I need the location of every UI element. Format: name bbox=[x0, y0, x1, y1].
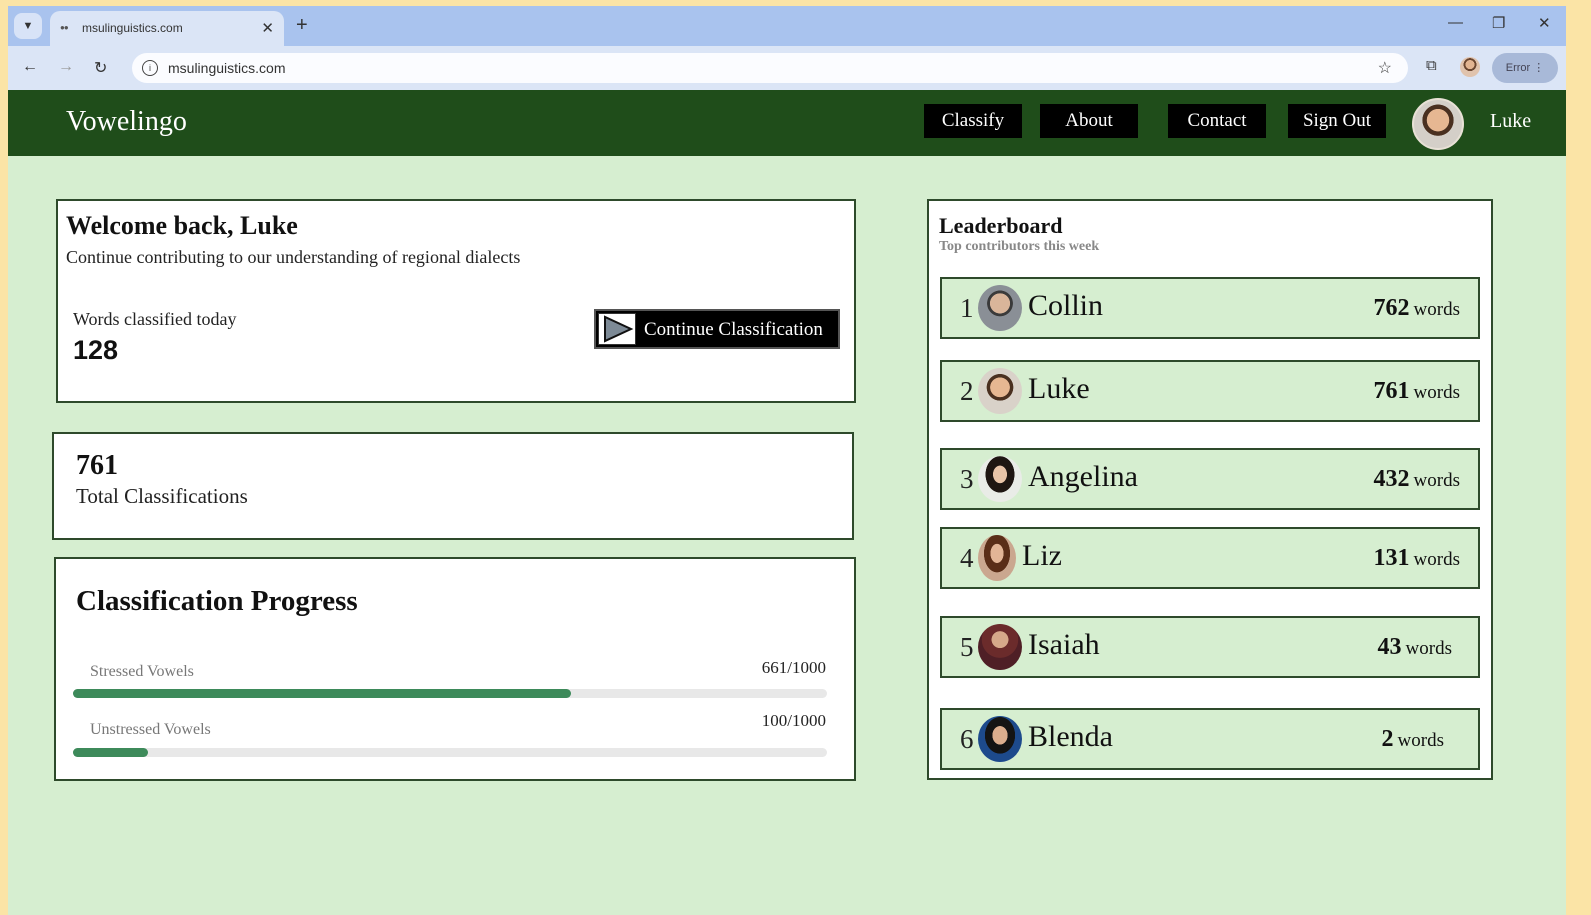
leaderboard-score: 131 words bbox=[1373, 545, 1460, 571]
classification-progress-card: Classification Progress Stressed Vowels … bbox=[54, 557, 856, 781]
profile-chip-label: Error bbox=[1505, 62, 1531, 74]
progress-count: 661/1000 bbox=[761, 658, 826, 677]
leaderboard-rank: 5 bbox=[960, 632, 974, 662]
address-bar[interactable]: i msulinguistics.com ☆ bbox=[132, 53, 1408, 83]
bookmark-star-icon[interactable]: ☆ bbox=[1378, 58, 1392, 78]
leaderboard-rank: 3 bbox=[960, 464, 974, 494]
browser-window: ▼ ●● msulinguistics.com ✕ + — ❐ ✕ ← → ↻ … bbox=[8, 6, 1566, 915]
avatar bbox=[978, 285, 1022, 331]
avatar bbox=[978, 624, 1022, 670]
leaderboard-title: Leaderboard bbox=[939, 213, 1063, 238]
tab-title: msulinguistics.com bbox=[82, 21, 183, 35]
leaderboard-score: 2 words bbox=[1381, 726, 1444, 752]
leaderboard-score: 432 words bbox=[1373, 466, 1460, 492]
leaderboard-name: Angelina bbox=[1028, 460, 1138, 493]
restore-icon[interactable]: ❐ bbox=[1492, 14, 1505, 32]
favicon-icon: ●● bbox=[60, 23, 69, 32]
today-value: 128 bbox=[73, 335, 119, 365]
back-icon[interactable]: ← bbox=[22, 58, 38, 76]
url-text: msulinguistics.com bbox=[168, 60, 286, 76]
user-name[interactable]: Luke bbox=[1490, 110, 1531, 133]
leaderboard-rank: 1 bbox=[960, 293, 974, 323]
minimize-icon[interactable]: — bbox=[1448, 14, 1463, 31]
close-window-icon[interactable]: ✕ bbox=[1538, 14, 1551, 32]
leaderboard-rank: 2 bbox=[960, 376, 974, 406]
profile-error-chip[interactable]: Error ⋮ bbox=[1492, 53, 1558, 83]
leaderboard-row[interactable]: 3 Angelina 432 words bbox=[940, 448, 1480, 510]
progress-title: Classification Progress bbox=[76, 585, 358, 617]
welcome-subtitle: Continue contributing to our understandi… bbox=[66, 247, 521, 267]
play-icon bbox=[598, 313, 636, 345]
browser-tab[interactable]: ●● msulinguistics.com ✕ bbox=[50, 11, 284, 46]
avatar bbox=[978, 368, 1022, 414]
leaderboard-score: 761 words bbox=[1373, 378, 1460, 404]
user-avatar[interactable] bbox=[1412, 98, 1464, 150]
brand-logo[interactable]: Vowelingo bbox=[66, 106, 187, 138]
leaderboard-rank: 6 bbox=[960, 724, 974, 754]
total-value: 761 bbox=[76, 450, 118, 481]
extensions-icon[interactable]: ⧉ bbox=[1426, 57, 1437, 74]
leaderboard-name: Isaiah bbox=[1028, 628, 1100, 661]
nav-sign-out-button[interactable]: Sign Out bbox=[1288, 104, 1386, 138]
leaderboard-card: Leaderboard Top contributors this week 1… bbox=[927, 199, 1493, 780]
progress-fill bbox=[73, 689, 572, 698]
leaderboard-name: Blenda bbox=[1028, 720, 1113, 753]
nav-about-button[interactable]: About bbox=[1040, 104, 1138, 138]
new-tab-icon[interactable]: + bbox=[296, 14, 308, 37]
progress-count: 100/1000 bbox=[761, 711, 826, 730]
leaderboard-row[interactable]: 4 Liz 131 words bbox=[940, 527, 1480, 589]
tab-strip: ▼ ●● msulinguistics.com ✕ + — ❐ ✕ bbox=[8, 6, 1566, 46]
progress-track bbox=[73, 748, 827, 757]
leaderboard-row[interactable]: 2 Luke 761 words bbox=[940, 360, 1480, 422]
continue-classification-button[interactable]: Continue Classification bbox=[594, 309, 840, 349]
progress-label: Unstressed Vowels bbox=[90, 721, 211, 738]
leaderboard-score: 762 words bbox=[1373, 295, 1460, 321]
app-header: Vowelingo Classify About Contact Sign Ou… bbox=[8, 90, 1566, 156]
leaderboard-row[interactable]: 6 Blenda 2 words bbox=[940, 708, 1480, 770]
progress-label: Stressed Vowels bbox=[90, 663, 194, 680]
leaderboard-row[interactable]: 1 Collin 762 words bbox=[940, 277, 1480, 339]
leaderboard-name: Luke bbox=[1028, 372, 1090, 405]
browser-toolbar: ← → ↻ i msulinguistics.com ☆ ⧉ Error ⋮ bbox=[8, 46, 1566, 90]
avatar bbox=[978, 456, 1022, 502]
avatar bbox=[978, 535, 1016, 581]
forward-icon[interactable]: → bbox=[58, 58, 74, 76]
welcome-title: Welcome back, Luke bbox=[66, 211, 298, 240]
progress-track bbox=[73, 689, 827, 698]
reload-icon[interactable]: ↻ bbox=[94, 58, 107, 78]
total-label: Total Classifications bbox=[76, 484, 248, 508]
leaderboard-row[interactable]: 5 Isaiah 43 words bbox=[940, 616, 1480, 678]
nav-classify-button[interactable]: Classify bbox=[924, 104, 1022, 138]
avatar bbox=[978, 716, 1022, 762]
welcome-card: Welcome back, Luke Continue contributing… bbox=[56, 199, 856, 403]
leaderboard-score: 43 words bbox=[1377, 634, 1452, 660]
today-label: Words classified today bbox=[73, 309, 237, 329]
leaderboard-rank: 4 bbox=[960, 543, 974, 573]
leaderboard-name: Collin bbox=[1028, 289, 1104, 322]
profile-avatar-icon[interactable] bbox=[1460, 57, 1480, 77]
leaderboard-subtitle: Top contributors this week bbox=[939, 239, 1100, 254]
continue-button-label: Continue Classification bbox=[644, 319, 823, 340]
site-info-icon[interactable]: i bbox=[142, 60, 158, 76]
close-tab-icon[interactable]: ✕ bbox=[261, 19, 274, 37]
leaderboard-name: Liz bbox=[1022, 539, 1062, 572]
tab-search-icon[interactable]: ▼ bbox=[14, 13, 42, 39]
total-classifications-card: 761 Total Classifications bbox=[52, 432, 854, 540]
nav-contact-button[interactable]: Contact bbox=[1168, 104, 1266, 138]
progress-fill bbox=[73, 748, 149, 757]
